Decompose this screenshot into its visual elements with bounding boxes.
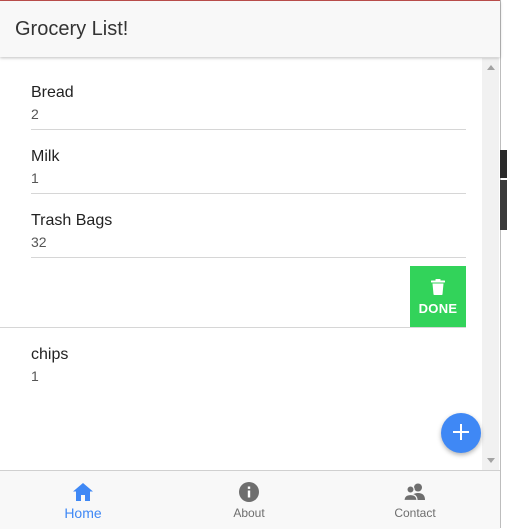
item-quantity: 32 (31, 234, 47, 250)
contacts-icon (403, 481, 427, 503)
list-item[interactable]: chips 1 (0, 328, 466, 392)
scroll-down-arrow-icon[interactable] (487, 458, 495, 463)
window-edge (500, 0, 507, 528)
done-button[interactable]: DONE (410, 266, 466, 328)
list-item-swiped[interactable]: se DONE (0, 264, 466, 328)
divider (31, 257, 466, 258)
background-panel (500, 180, 507, 230)
list-item[interactable]: Milk 1 (0, 130, 466, 194)
list-item[interactable]: Trash Bags 32 (0, 194, 466, 258)
window-edge-line (500, 0, 501, 528)
item-name: Bread (31, 84, 74, 101)
item-name: Milk (31, 148, 60, 165)
item-name: chips (31, 346, 69, 363)
app-viewport: Grocery List! Bread 2 Milk 1 Trash Bags … (0, 1, 500, 529)
grocery-list[interactable]: Bread 2 Milk 1 Trash Bags 32 se (0, 58, 482, 470)
scrollbar[interactable] (482, 58, 499, 470)
tab-label: Home (64, 505, 102, 521)
done-label: DONE (418, 300, 458, 316)
info-icon (239, 481, 259, 503)
item-name: Trash Bags (31, 212, 113, 229)
bottom-tab-bar: Home About Contact (0, 470, 500, 529)
tab-contact[interactable]: Contact (332, 471, 498, 529)
home-icon (73, 481, 93, 503)
tab-label: Contact (394, 506, 436, 520)
header-toolbar: Grocery List! (0, 1, 500, 57)
background-panel (500, 150, 507, 178)
tab-home[interactable]: Home (0, 471, 166, 529)
trash-icon (431, 278, 445, 298)
item-quantity: 2 (31, 106, 39, 122)
tab-about[interactable]: About (166, 471, 332, 529)
item-quantity: 1 (31, 368, 39, 384)
scroll-up-arrow-icon[interactable] (487, 65, 495, 70)
tab-label: About (233, 506, 265, 520)
add-item-button[interactable] (441, 413, 481, 453)
item-quantity: 1 (31, 170, 39, 186)
plus-icon (453, 423, 469, 443)
page-title: Grocery List! (15, 18, 129, 40)
list-item[interactable]: Bread 2 (0, 66, 466, 130)
